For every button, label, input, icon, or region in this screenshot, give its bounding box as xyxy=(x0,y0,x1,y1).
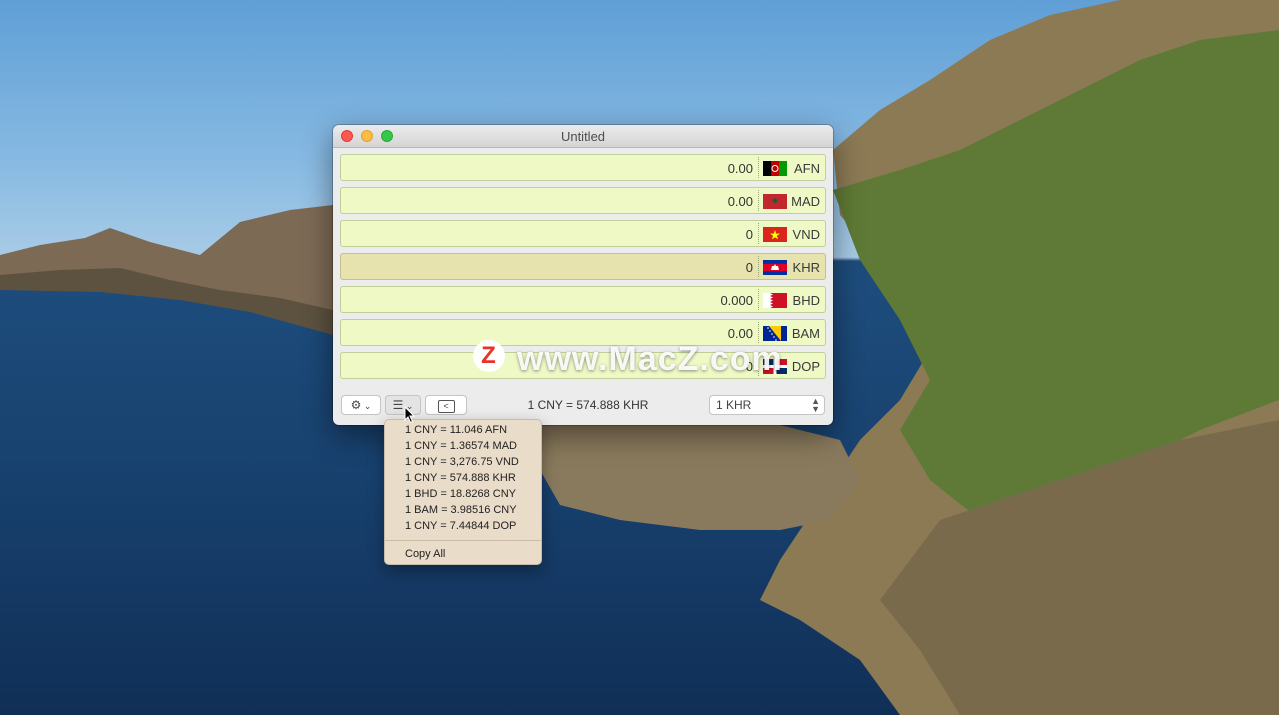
row-separator xyxy=(758,289,759,310)
settings-menu-button[interactable]: ⚙ ⌄ xyxy=(341,395,381,415)
amount-field[interactable]: 0 xyxy=(746,227,753,242)
currency-row-bhd[interactable]: 0.000 BHD xyxy=(340,286,826,313)
row-separator xyxy=(758,157,759,178)
row-separator xyxy=(758,190,759,211)
watermark-logo: Z xyxy=(473,340,505,372)
currency-code: KHR xyxy=(792,260,820,275)
title-bar[interactable]: Untitled xyxy=(333,125,833,148)
cambodia-flag-icon xyxy=(763,260,787,275)
morocco-flag-icon xyxy=(763,194,787,209)
vietnam-flag-icon xyxy=(763,227,787,242)
rates-dropdown-menu: 1 CNY = 11.046 AFN 1 CNY = 1.36574 MAD 1… xyxy=(384,419,542,565)
currency-row-mad[interactable]: 0.00 MAD xyxy=(340,187,826,214)
currency-code: BAM xyxy=(791,326,820,341)
currency-code: BHD xyxy=(792,293,820,308)
collapse-sidebar-button[interactable]: < xyxy=(425,395,467,415)
currency-row-vnd[interactable]: 0 VND xyxy=(340,220,826,247)
amount-field[interactable]: 0.000 xyxy=(720,293,753,308)
menu-divider xyxy=(385,540,541,541)
menu-item-rate-bam[interactable]: 1 BAM = 3.98516 CNY xyxy=(405,504,517,516)
currency-code: MAD xyxy=(791,194,820,209)
select-value: 1 KHR xyxy=(716,398,752,412)
amount-field[interactable]: 0.00 xyxy=(728,326,753,341)
menu-item-rate-vnd[interactable]: 1 CNY = 3,276.75 VND xyxy=(405,456,519,468)
currency-code: AFN xyxy=(794,161,820,176)
menu-item-rate-bhd[interactable]: 1 BHD = 18.8268 CNY xyxy=(405,488,516,500)
currency-code: DOP xyxy=(791,359,820,374)
menu-item-rate-dop[interactable]: 1 CNY = 7.44844 DOP xyxy=(405,520,516,532)
currency-converter-window: Untitled 0.00 AFN 0.00 MAD 0 VND 0 KHR 0… xyxy=(333,125,833,425)
chevron-down-icon: ⌄ xyxy=(361,401,372,411)
menu-item-copy-all[interactable]: Copy All xyxy=(405,548,445,560)
bahrain-flag-icon xyxy=(763,293,787,308)
currency-code: VND xyxy=(792,227,820,242)
gear-icon: ⚙ xyxy=(350,398,362,412)
amount-field[interactable]: 0 xyxy=(746,260,753,275)
afghanistan-flag-icon xyxy=(763,161,787,176)
amount-field[interactable]: 0.00 xyxy=(728,194,753,209)
currency-row-afn[interactable]: 0.00 AFN xyxy=(340,154,826,181)
amount-field[interactable]: 0.00 xyxy=(728,161,753,176)
row-separator xyxy=(758,223,759,244)
watermark-text: www.MacZ.com xyxy=(517,340,783,378)
back-arrow-box-icon: < xyxy=(437,400,455,413)
menu-item-rate-afn[interactable]: 1 CNY = 11.046 AFN xyxy=(405,424,507,436)
exchange-rate-text: 1 CNY = 574.888 KHR xyxy=(527,398,649,412)
stepper-arrows-icon: ▲ ▼ xyxy=(811,396,820,414)
mouse-pointer-icon xyxy=(404,406,416,424)
base-amount-select[interactable]: 1 KHR ▲ ▼ xyxy=(709,395,825,415)
watermark: Zwww.MacZ.com xyxy=(473,340,783,378)
window-title: Untitled xyxy=(560,129,606,144)
bosnia-flag-icon xyxy=(763,326,787,341)
menu-item-rate-khr[interactable]: 1 CNY = 574.888 KHR xyxy=(405,472,516,484)
row-separator xyxy=(758,256,759,277)
list-icon: ☰ xyxy=(392,398,404,412)
currency-row-khr[interactable]: 0 KHR xyxy=(340,253,826,280)
menu-item-rate-mad[interactable]: 1 CNY = 1.36574 MAD xyxy=(405,440,517,452)
